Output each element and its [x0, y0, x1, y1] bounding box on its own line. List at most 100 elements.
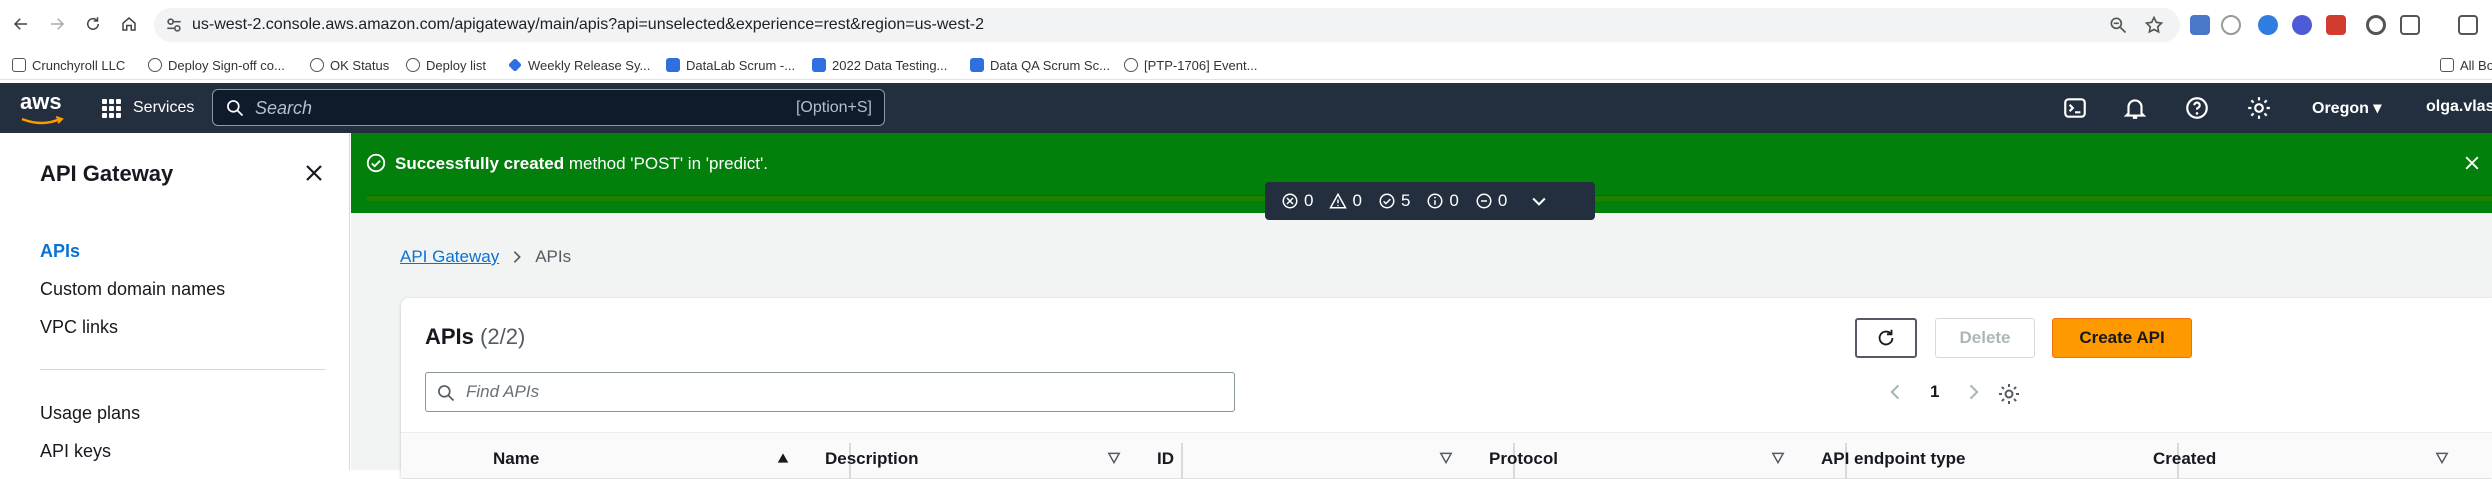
- services-label: Services: [133, 99, 195, 116]
- extension-icon[interactable]: [2326, 15, 2346, 35]
- bookmark-label[interactable]: OK Status: [330, 58, 389, 73]
- notifications-bell-icon[interactable]: [2122, 95, 2148, 121]
- address-bar[interactable]: us-west-2.console.aws.amazon.com/apigate…: [154, 8, 2180, 42]
- chevron-down-icon[interactable]: [1529, 191, 1549, 211]
- bookmark-item[interactable]: 2022 Data Testing...: [812, 56, 947, 74]
- bookmark-label[interactable]: 2022 Data Testing...: [832, 58, 947, 73]
- sidebar-item-apis[interactable]: APIs: [40, 241, 80, 262]
- bookmark-item[interactable]: OK Status: [310, 56, 389, 74]
- flash-message: Successfully created method 'POST' in 'p…: [395, 154, 768, 174]
- extension-icon[interactable]: [2258, 15, 2278, 35]
- column-header-description[interactable]: Description: [825, 449, 919, 469]
- extension-icon[interactable]: [2292, 15, 2312, 35]
- sort-icon[interactable]: [1771, 451, 1785, 465]
- sidebar-item-usage-plans[interactable]: Usage plans: [40, 403, 140, 424]
- help-icon[interactable]: [2184, 95, 2210, 121]
- bookmark-item[interactable]: Crunchyroll LLC: [12, 56, 125, 74]
- extension-icon[interactable]: [2190, 15, 2210, 35]
- create-api-button[interactable]: Create API: [2052, 318, 2192, 358]
- column-divider[interactable]: [1181, 443, 1183, 479]
- bookmark-label[interactable]: Data QA Scrum Sc...: [990, 58, 1110, 73]
- bookmark-label[interactable]: Crunchyroll LLC: [32, 58, 125, 73]
- aws-logo[interactable]: aws: [20, 91, 66, 125]
- flash-message-bold: Successfully created: [395, 154, 565, 173]
- aws-top-nav: aws Services Search [Option+S] Oregon ▾ …: [0, 83, 2492, 133]
- bookmark-item[interactable]: Data QA Scrum Sc...: [970, 56, 1110, 74]
- bookmark-label[interactable]: Weekly Release Sy...: [528, 58, 650, 73]
- current-page-number[interactable]: 1: [1930, 382, 1939, 402]
- caret-down-icon: ▾: [2373, 100, 2382, 117]
- close-icon[interactable]: [2462, 153, 2482, 173]
- console-search-input[interactable]: Search [Option+S]: [212, 89, 885, 126]
- column-header-protocol[interactable]: Protocol: [1489, 449, 1558, 469]
- info-count-value: 0: [1449, 191, 1459, 210]
- breadcrumb: API Gateway APIs: [400, 247, 571, 267]
- refresh-icon: [1878, 329, 1894, 346]
- sidepanel-icon[interactable]: [2458, 15, 2478, 35]
- bookmark-item[interactable]: Weekly Release Sy...: [508, 56, 650, 74]
- sidebar-item-vpc-links[interactable]: VPC links: [40, 317, 118, 338]
- extensions-puzzle-icon[interactable]: [2400, 15, 2420, 35]
- extension-icon[interactable]: [2221, 15, 2241, 35]
- aws-logo-text: aws: [20, 89, 62, 114]
- refresh-button[interactable]: [1855, 318, 1917, 358]
- back-arrow-icon[interactable]: [10, 13, 32, 35]
- error-count-value: 0: [1304, 191, 1314, 210]
- url-text[interactable]: us-west-2.console.aws.amazon.com/apigate…: [192, 16, 984, 34]
- notification-status-bar[interactable]: 0 0 5 0 0: [1265, 182, 1595, 220]
- services-menu-button[interactable]: Services: [102, 83, 194, 133]
- success-count-value: 5: [1400, 191, 1411, 210]
- bookmark-item[interactable]: Deploy Sign-off co...: [148, 56, 285, 74]
- breadcrumb-api-gateway[interactable]: API Gateway: [400, 247, 499, 267]
- sort-icon[interactable]: [2435, 451, 2449, 465]
- cloudshell-icon[interactable]: [2062, 95, 2088, 121]
- find-apis-input[interactable]: [466, 375, 1226, 409]
- sidebar-item-api-keys[interactable]: API keys: [40, 441, 111, 462]
- sort-icon[interactable]: [1439, 451, 1453, 465]
- settings-gear-icon[interactable]: [2246, 95, 2272, 121]
- bookmark-star-icon[interactable]: [2144, 15, 2164, 35]
- pending-count: 0: [1475, 191, 1507, 211]
- zoom-icon[interactable]: [2108, 15, 2128, 35]
- extension-icon[interactable]: [2366, 15, 2386, 35]
- error-count: 0: [1281, 191, 1313, 211]
- breadcrumb-current: APIs: [535, 247, 572, 266]
- bookmark-label[interactable]: [PTP-1706] Event...: [1144, 58, 1257, 73]
- bookmark-item[interactable]: Deploy list: [406, 56, 486, 74]
- region-label: Oregon: [2312, 100, 2369, 117]
- sidebar-item-custom-domain-names[interactable]: Custom domain names: [40, 279, 225, 300]
- search-shortcut: [Option+S]: [795, 99, 872, 116]
- search-icon: [227, 100, 244, 117]
- bookmark-label[interactable]: Deploy Sign-off co...: [168, 58, 285, 73]
- bookmark-item[interactable]: DataLab Scrum -...: [666, 56, 795, 74]
- success-check-icon: [365, 152, 387, 174]
- bookmark-label[interactable]: All Bo: [2460, 58, 2492, 73]
- region-selector[interactable]: Oregon ▾: [2312, 98, 2381, 118]
- sort-ascending-icon[interactable]: [776, 451, 790, 465]
- site-settings-icon[interactable]: [164, 15, 184, 35]
- forward-arrow-icon[interactable]: [46, 13, 68, 35]
- close-icon[interactable]: [302, 161, 326, 185]
- reload-icon[interactable]: [82, 13, 104, 35]
- column-header-created[interactable]: Created: [2153, 449, 2216, 469]
- error-icon: [1282, 193, 1298, 209]
- page-title: APIs (2/2): [425, 324, 525, 350]
- next-page-icon[interactable]: [1963, 382, 1983, 402]
- table-preferences-gear-icon[interactable]: [1997, 382, 2021, 406]
- delete-button[interactable]: Delete: [1935, 318, 2035, 358]
- find-apis-field[interactable]: [425, 372, 1235, 412]
- account-menu[interactable]: olga.vlase: [2426, 98, 2492, 116]
- bookmark-label[interactable]: Deploy list: [426, 58, 486, 73]
- sort-icon[interactable]: [1107, 451, 1121, 465]
- column-header-endpoint-type[interactable]: API endpoint type: [1821, 449, 1966, 469]
- main-content: Successfully created method 'POST' in 'p…: [351, 133, 2492, 479]
- column-header-id[interactable]: ID: [1157, 449, 1174, 469]
- bookmark-item[interactable]: [PTP-1706] Event...: [1124, 56, 1257, 74]
- pending-icon: [1476, 193, 1492, 209]
- column-header-name[interactable]: Name: [493, 449, 539, 469]
- previous-page-icon[interactable]: [1886, 382, 1906, 402]
- home-icon[interactable]: [118, 13, 140, 35]
- bookmark-label[interactable]: DataLab Scrum -...: [686, 58, 795, 73]
- pending-count-value: 0: [1497, 191, 1508, 210]
- bookmark-item[interactable]: All Bo: [2440, 56, 2492, 74]
